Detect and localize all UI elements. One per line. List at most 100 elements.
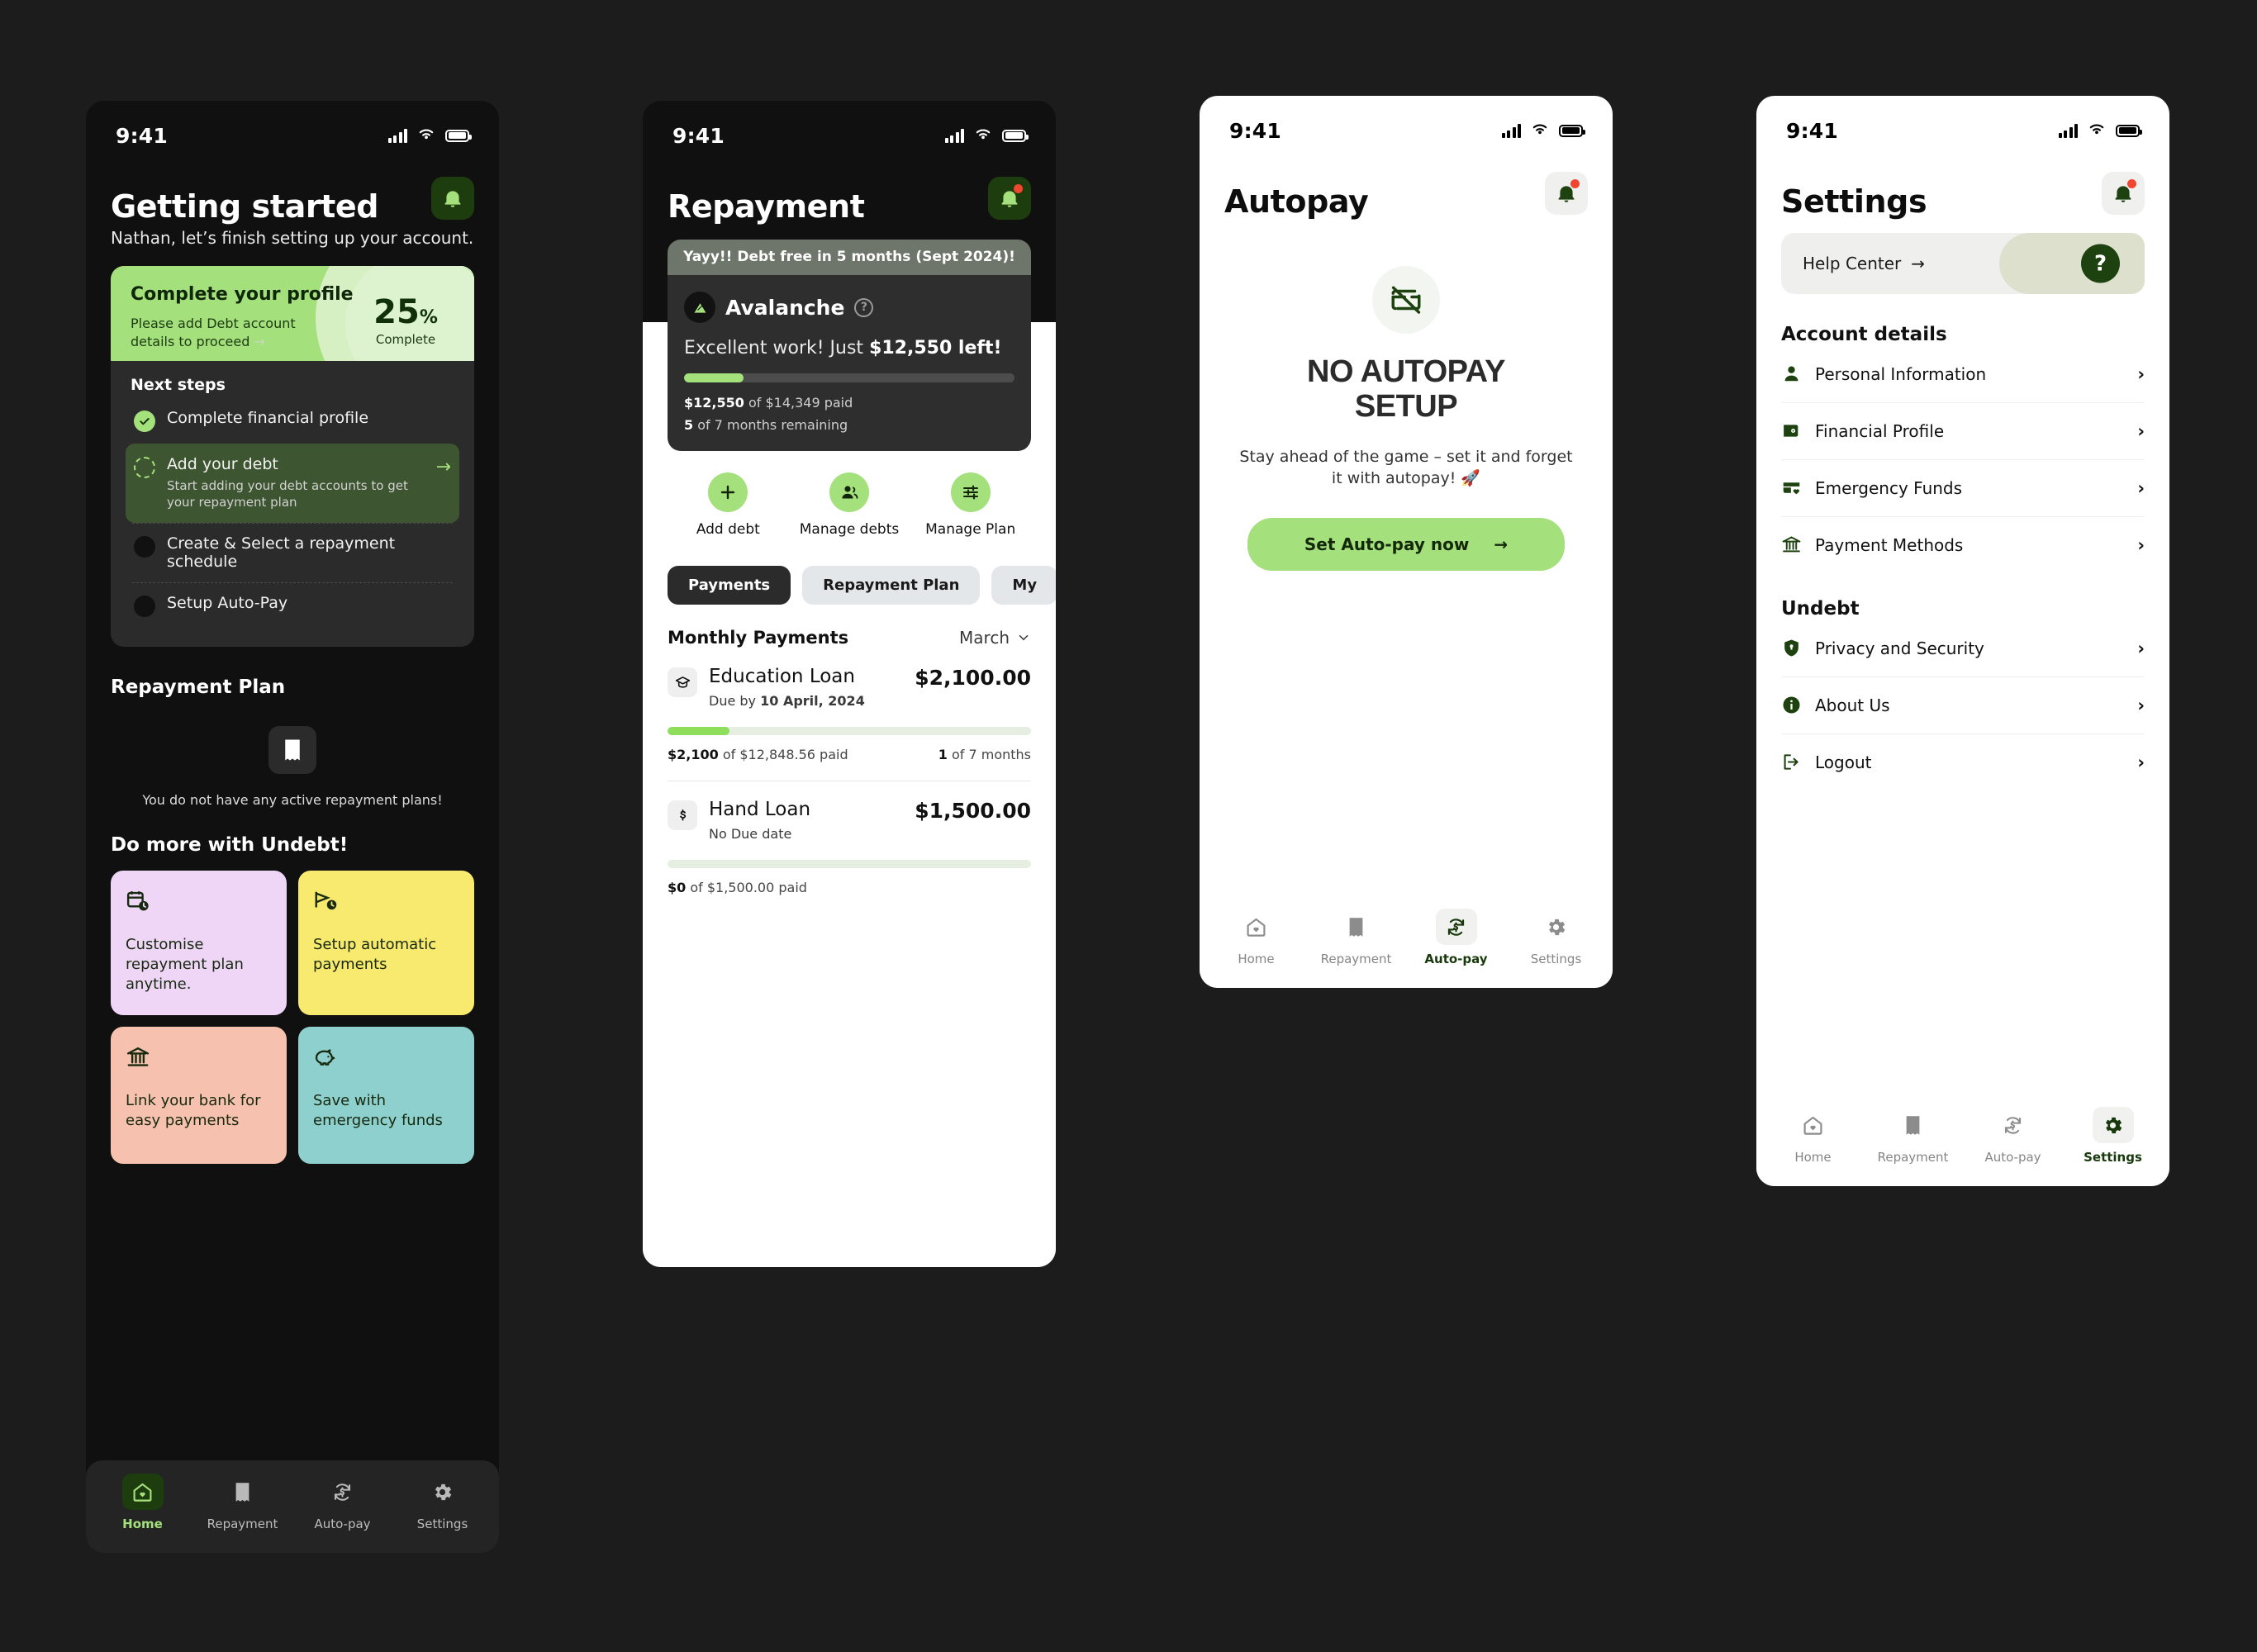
- section-title: Monthly Payments: [668, 628, 849, 648]
- months-stat: 5 of 7 months remaining: [684, 417, 848, 433]
- action-manage-plan[interactable]: Manage Plan: [910, 472, 1031, 538]
- quick-actions: Add debt Manage debts Manage Plan: [643, 451, 1056, 538]
- cellular-signal-icon: [387, 128, 407, 143]
- nav-label: Repayment: [207, 1517, 278, 1531]
- chevron-right-icon: ›: [2137, 752, 2145, 772]
- nav-item-settings[interactable]: Settings: [392, 1474, 492, 1531]
- status-bar: 9:41: [1200, 96, 1613, 147]
- nav-item-repayment[interactable]: Repayment: [1306, 909, 1406, 966]
- next-steps-card: Next steps Complete financial profile Ad…: [111, 361, 474, 647]
- nav-item-repayment[interactable]: Repayment: [1863, 1107, 1963, 1165]
- phone-settings: 9:41 Settings Help Center → ? Account de…: [1756, 96, 2169, 1186]
- info-icon: [1783, 696, 1800, 714]
- cellular-signal-icon: [2058, 123, 2078, 138]
- avalanche-icon: [684, 292, 715, 323]
- nav-item-autopay[interactable]: Auto-pay: [1406, 909, 1506, 966]
- empty-circle-icon: [134, 595, 155, 617]
- receipt-icon: [222, 1474, 264, 1510]
- notification-badge: [1570, 179, 1580, 188]
- empty-circle-icon: [134, 535, 155, 558]
- step-setup-auto-pay[interactable]: Setup Auto-Pay: [126, 582, 459, 629]
- arrow-right-icon: →: [435, 457, 451, 478]
- setting-personal-information[interactable]: Personal Information ›: [1756, 345, 2169, 402]
- card-heart-icon: [1783, 482, 1800, 495]
- complete-profile-card[interactable]: Complete your profile Please add Debt ac…: [111, 266, 474, 373]
- nav-item-autopay[interactable]: Auto-pay: [292, 1474, 392, 1531]
- help-icon[interactable]: ?: [854, 297, 874, 317]
- setting-payment-methods[interactable]: Payment Methods ›: [1756, 516, 2169, 573]
- repayment-plan-empty-state: You do not have any active repayment pla…: [111, 698, 474, 816]
- battery-icon: [1559, 124, 1585, 137]
- action-manage-debts[interactable]: Manage debts: [789, 472, 910, 538]
- month-selector[interactable]: March: [959, 628, 1031, 648]
- setting-about-us[interactable]: About Us ›: [1756, 676, 2169, 733]
- paid-stat: $12,550 of $14,349 paid: [684, 395, 853, 411]
- undebt-heading: Undebt: [1781, 598, 1860, 620]
- action-label: Manage Plan: [925, 521, 1016, 538]
- notifications-button[interactable]: [988, 177, 1031, 220]
- nav-item-settings[interactable]: Settings: [1506, 909, 1606, 966]
- chevron-right-icon: ›: [2137, 534, 2145, 555]
- home-heart-icon: [1793, 1107, 1834, 1143]
- step-label: Complete financial profile: [167, 409, 369, 428]
- step-description: Start adding your debt accounts to get y…: [167, 478, 408, 510]
- notifications-button[interactable]: [1545, 172, 1588, 215]
- tab-repayment-plan[interactable]: Repayment Plan: [802, 566, 981, 605]
- page-title: Getting started: [111, 188, 379, 225]
- bottom-navigation: Home Repayment Auto-pay Settings: [1200, 895, 1613, 988]
- loan-footer: $0 of $1,500.00 paid: [668, 880, 807, 895]
- setting-privacy-and-security[interactable]: Privacy and Security ›: [1756, 620, 2169, 676]
- phone-autopay: 9:41 Autopay NO AUTOPAY SETUP Stay ahead…: [1200, 96, 1613, 988]
- nav-label: Settings: [2084, 1150, 2142, 1165]
- loan-row-education[interactable]: Education Loan Due by 10 April, 2024 $2,…: [643, 648, 1056, 781]
- step-complete-financial-profile[interactable]: Complete financial profile: [126, 397, 459, 444]
- nav-item-home[interactable]: Home: [1206, 909, 1306, 966]
- set-autopay-button[interactable]: Set Auto-pay now →: [1247, 517, 1565, 571]
- step-add-your-debt[interactable]: Add your debt Start adding your debt acc…: [126, 444, 459, 523]
- notifications-button[interactable]: [431, 177, 474, 220]
- tab-my[interactable]: My: [991, 566, 1056, 605]
- strategy-progress-card: Yayy!! Debt free in 5 months (Sept 2024)…: [668, 240, 1031, 451]
- status-time: 9:41: [116, 123, 168, 148]
- action-label: Manage debts: [799, 521, 900, 538]
- profile-card-title: Complete your profile: [131, 284, 354, 305]
- setting-label: Logout: [1815, 752, 1872, 772]
- autopay-icon: [322, 1474, 363, 1510]
- nav-label: Home: [1794, 1150, 1832, 1165]
- tile-setup-automatic-payments[interactable]: Setup automatic payments: [298, 870, 474, 1016]
- step-create-select-schedule[interactable]: Create & Select a repayment schedule: [126, 522, 459, 582]
- notification-badge: [2127, 179, 2136, 188]
- notifications-button[interactable]: [2102, 172, 2145, 215]
- setting-financial-profile[interactable]: Financial Profile ›: [1756, 402, 2169, 459]
- setting-emergency-funds[interactable]: Emergency Funds ›: [1756, 459, 2169, 516]
- wifi-icon: [416, 126, 436, 145]
- nav-item-repayment[interactable]: Repayment: [192, 1474, 292, 1531]
- dollar-icon: [668, 800, 697, 830]
- loan-footer: $2,100 of $12,848.56 paid 1 of 7 months: [668, 747, 1031, 762]
- help-center-banner[interactable]: Help Center → ?: [1781, 233, 2145, 294]
- nav-item-home[interactable]: Home: [93, 1474, 192, 1531]
- strategy-name: Avalanche: [725, 295, 845, 320]
- tile-customise-plan[interactable]: Customise repayment plan anytime.: [111, 870, 287, 1016]
- tile-link-your-bank[interactable]: Link your bank for easy payments: [111, 1027, 287, 1165]
- nav-item-settings[interactable]: Settings: [2063, 1107, 2163, 1165]
- chevron-right-icon: ›: [2137, 477, 2145, 498]
- tab-payments[interactable]: Payments: [668, 566, 791, 605]
- piggy-bank-icon: [315, 1049, 335, 1066]
- battery-icon: [1002, 129, 1029, 142]
- loan-row-hand[interactable]: Hand Loan No Due date $1,500.00 $0 of $1…: [643, 781, 1056, 895]
- tile-emergency-funds[interactable]: Save with emergency funds: [298, 1027, 474, 1165]
- nav-label: Home: [1238, 952, 1275, 966]
- wifi-icon: [1530, 121, 1550, 140]
- battery-icon: [445, 129, 472, 142]
- setting-label: Personal Information: [1815, 363, 1987, 384]
- status-time: 9:41: [1786, 118, 1838, 143]
- home-heart-icon: [1236, 909, 1277, 945]
- status-icons: [1501, 121, 1585, 140]
- nav-label: Repayment: [1320, 952, 1392, 966]
- nav-item-autopay[interactable]: Auto-pay: [1963, 1107, 2063, 1165]
- step-label: Add your debt: [167, 455, 278, 474]
- action-add-debt[interactable]: Add debt: [668, 472, 789, 538]
- setting-logout[interactable]: Logout ›: [1756, 733, 2169, 790]
- nav-item-home[interactable]: Home: [1763, 1107, 1863, 1165]
